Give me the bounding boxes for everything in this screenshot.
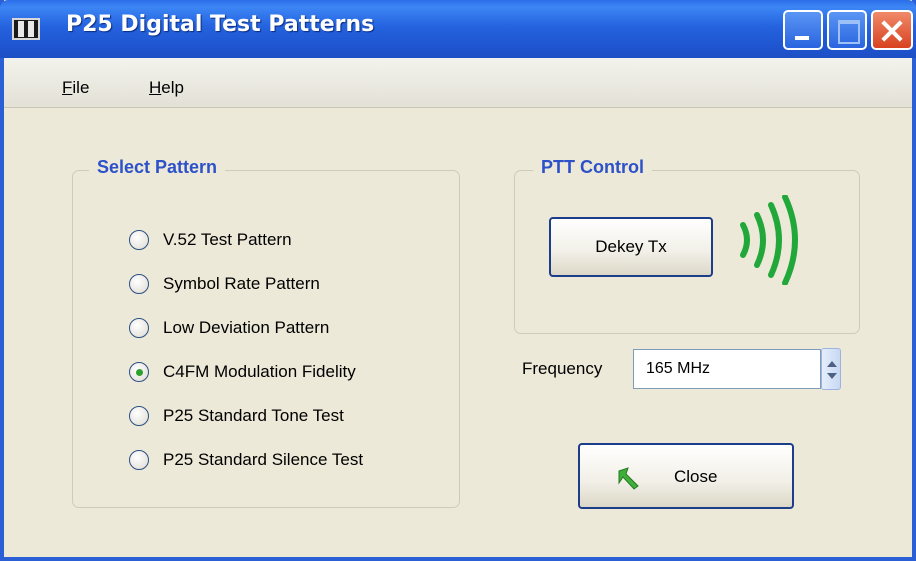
radio-button[interactable] xyxy=(129,450,149,470)
app-icon[interactable] xyxy=(12,18,40,40)
menu-file-label: ile xyxy=(72,78,90,97)
pattern-option-label: Symbol Rate Pattern xyxy=(163,274,320,293)
menu-bar: File Help xyxy=(4,58,912,108)
select-pattern-label: Select Pattern xyxy=(89,157,226,178)
menu-file-mnemonic: F xyxy=(62,78,73,97)
ptt-control-group: PTT Control Dekey Tx xyxy=(514,157,860,334)
menu-help-label: elp xyxy=(161,78,184,97)
radio-button[interactable] xyxy=(129,230,149,250)
window-title: P25 Digital Test Patterns xyxy=(66,12,375,37)
ptt-control-label: PTT Control xyxy=(533,157,652,178)
close-button-label: Close xyxy=(674,467,718,486)
radio-button[interactable] xyxy=(129,318,149,338)
pattern-option-label: C4FM Modulation Fidelity xyxy=(163,362,356,381)
exit-arrow-icon xyxy=(618,467,639,490)
menu-file[interactable]: File xyxy=(62,78,89,98)
pattern-option-label: Low Deviation Pattern xyxy=(163,318,330,337)
menu-help[interactable]: Help xyxy=(149,78,184,98)
frequency-spinner[interactable] xyxy=(821,348,841,390)
window-close-button[interactable] xyxy=(871,10,913,50)
select-pattern-group: Select Pattern V.52 Test Pattern Symbol R… xyxy=(72,157,460,508)
spin-down-arrow-icon[interactable] xyxy=(827,373,837,379)
maximize-button[interactable] xyxy=(827,10,867,50)
minimize-button[interactable] xyxy=(783,10,823,50)
pattern-option-label: P25 Standard Tone Test xyxy=(163,406,344,425)
frequency-label: Frequency xyxy=(522,359,603,378)
menu-help-mnemonic: H xyxy=(149,78,162,97)
radio-button[interactable] xyxy=(129,406,149,426)
dekey-tx-button[interactable]: Dekey Tx xyxy=(549,217,713,277)
title-bar[interactable]: P25 Digital Test Patterns xyxy=(0,0,916,58)
transmit-waves-icon xyxy=(740,195,798,285)
spin-up-arrow-icon[interactable] xyxy=(827,361,837,367)
app-window: P25 Digital Test Patterns File Help Sele… xyxy=(0,0,916,561)
radio-button[interactable] xyxy=(129,362,149,382)
close-button[interactable]: Close xyxy=(578,443,794,509)
pattern-option-label: P25 Standard Silence Test xyxy=(163,450,364,469)
radio-button[interactable] xyxy=(129,274,149,294)
frequency-input[interactable] xyxy=(633,349,821,389)
pattern-option-label: V.52 Test Pattern xyxy=(163,230,292,249)
